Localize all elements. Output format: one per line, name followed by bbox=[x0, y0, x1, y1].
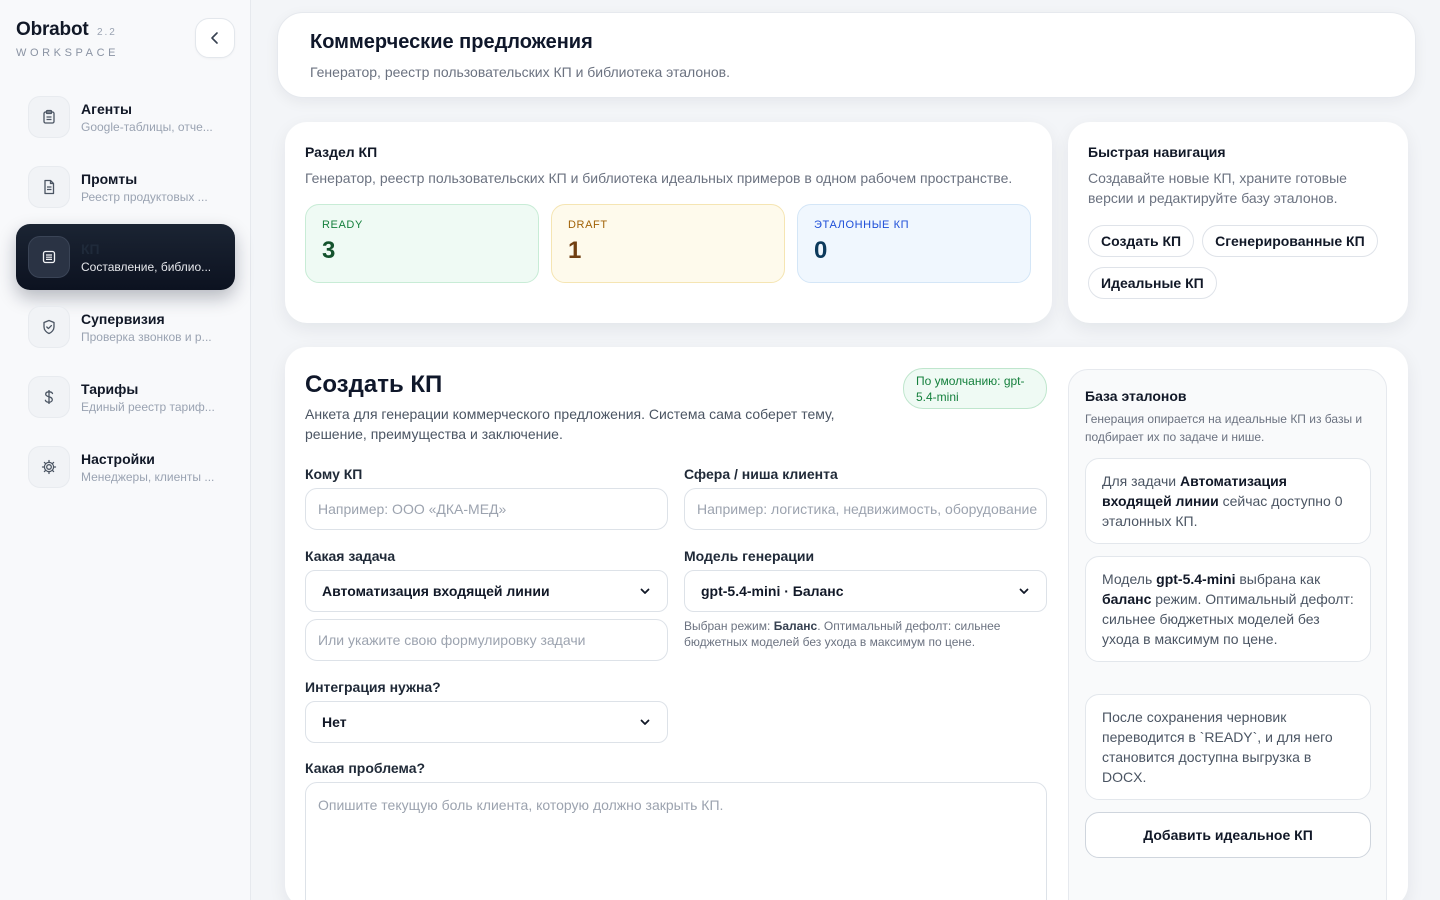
info-text: Для задачи bbox=[1102, 473, 1180, 489]
to-label: Кому КП bbox=[305, 466, 363, 482]
sidebar-item-desc: Проверка звонков и р... bbox=[81, 329, 212, 344]
niche-label: Сфера / ниша клиента bbox=[684, 466, 838, 482]
stat-etalon: ЭТАЛОННЫЕ КП 0 bbox=[797, 204, 1031, 283]
generated-kp-chip[interactable]: Сгенерированные КП bbox=[1202, 225, 1378, 257]
quick-nav-title: Быстрая навигация bbox=[1088, 144, 1226, 160]
integration-label: Интеграция нужна? bbox=[305, 679, 441, 695]
sidebar-item-desc: Менеджеры, клиенты ... bbox=[81, 469, 215, 484]
integration-select-value: Нет bbox=[322, 714, 347, 730]
document-icon bbox=[28, 166, 70, 208]
brand-version: 2.2 bbox=[96, 27, 117, 38]
clipboard-icon bbox=[28, 96, 70, 138]
brand-subtitle: WORKSPACE bbox=[16, 47, 120, 59]
chevron-down-icon bbox=[640, 719, 650, 725]
page-title: Коммерческие предложения bbox=[310, 31, 593, 53]
etalon-base-panel: База эталонов Генерация опирается на иде… bbox=[1068, 369, 1387, 900]
sidebar-item-label: КП bbox=[81, 240, 100, 257]
sidebar-item-tariffs[interactable]: Тарифы Единый реестр тариф... bbox=[16, 364, 235, 430]
sidebar-item-desc: Реестр продуктовых ... bbox=[81, 189, 208, 204]
quick-nav-chips: Создать КП Сгенерированные КП Идеальные … bbox=[1088, 225, 1388, 299]
info-text: Модель bbox=[1102, 571, 1157, 587]
dollar-icon bbox=[28, 376, 70, 418]
sidebar-item-label: Настройки bbox=[81, 450, 155, 467]
stat-value: 1 bbox=[568, 237, 582, 264]
info-text: выбрана как bbox=[1235, 571, 1321, 587]
stat-draft: DRAFT 1 bbox=[551, 204, 785, 283]
sidebar-item-label: Агенты bbox=[81, 100, 132, 117]
sidebar-item-agents[interactable]: Агенты Google-таблицы, отче... bbox=[16, 84, 235, 150]
kp-section-card: Раздел КП Генератор, реестр пользователь… bbox=[285, 122, 1052, 323]
niche-input[interactable]: Например: логистика, недвижимость, обору… bbox=[684, 488, 1047, 530]
sidebar-item-kp[interactable]: КП Составление, библио... bbox=[16, 224, 235, 290]
stat-ready: READY 3 bbox=[305, 204, 539, 283]
shield-check-icon bbox=[28, 306, 70, 348]
base-description: Генерация опирается на идеальные КП из б… bbox=[1085, 412, 1363, 444]
form-title: Создать КП bbox=[305, 371, 443, 398]
create-kp-chip[interactable]: Создать КП bbox=[1088, 225, 1195, 257]
gear-icon bbox=[28, 446, 70, 488]
list-document-icon bbox=[28, 236, 70, 278]
page-header: Коммерческие предложения Генератор, реес… bbox=[277, 12, 1416, 98]
model-hint-prefix: Выбран режим: bbox=[684, 619, 771, 633]
brand: Obrabot 2.2 WORKSPACE bbox=[16, 19, 119, 59]
problem-label: Какая проблема? bbox=[305, 760, 426, 776]
task-label: Какая задача bbox=[305, 548, 396, 564]
create-kp-form: Создать КП Анкета для генерации коммерче… bbox=[285, 347, 1408, 900]
ready-info: После сохранения черновик переводится в … bbox=[1085, 694, 1371, 800]
problem-textarea[interactable]: Опишите текущую боль клиента, которую до… bbox=[305, 782, 1047, 900]
brand-title: Obrabot bbox=[16, 19, 89, 40]
model-hint-mode: Баланс bbox=[773, 619, 818, 633]
sidebar: Obrabot 2.2 WORKSPACE Агенты Google-табл… bbox=[0, 0, 251, 900]
sidebar-nav: Агенты Google-таблицы, отче... Промты Ре… bbox=[16, 84, 235, 504]
default-model-badge: По умолчанию: gpt-5.4-mini bbox=[903, 368, 1047, 409]
page-subtitle: Генератор, реестр пользовательских КП и … bbox=[310, 64, 730, 80]
sidebar-item-label: Промты bbox=[81, 170, 138, 187]
stat-label: DRAFT bbox=[568, 219, 608, 231]
sidebar-item-desc: Составление, библио... bbox=[81, 259, 212, 274]
info-mode: баланс bbox=[1102, 591, 1152, 607]
sidebar-item-settings[interactable]: Настройки Менеджеры, клиенты ... bbox=[16, 434, 235, 500]
section-title: Раздел КП bbox=[305, 144, 378, 160]
sidebar-item-prompts[interactable]: Промты Реестр продуктовых ... bbox=[16, 154, 235, 220]
add-ideal-kp-button[interactable]: Добавить идеальное КП bbox=[1085, 812, 1371, 858]
info-model: gpt-5.4-mini bbox=[1156, 571, 1236, 587]
stats-row: READY 3 DRAFT 1 ЭТАЛОННЫЕ КП 0 bbox=[305, 204, 1032, 283]
stat-label: READY bbox=[322, 219, 363, 231]
chevron-left-icon bbox=[211, 32, 218, 44]
stat-value: 3 bbox=[322, 237, 336, 264]
sidebar-item-desc: Google-таблицы, отче... bbox=[81, 119, 213, 134]
chevron-down-icon bbox=[640, 588, 650, 594]
ideal-kp-chip[interactable]: Идеальные КП bbox=[1088, 267, 1217, 299]
form-description: Анкета для генерации коммерческого предл… bbox=[305, 406, 835, 442]
quick-nav-card: Быстрая навигация Создавайте новые КП, х… bbox=[1068, 122, 1408, 323]
model-label: Модель генерации bbox=[684, 548, 815, 564]
to-input[interactable]: Например: ООО «ДКА-МЕД» bbox=[305, 488, 668, 530]
task-custom-input[interactable]: Или укажите свою формулировку задачи bbox=[305, 619, 668, 661]
model-select[interactable]: gpt-5.4-mini · Баланс bbox=[684, 570, 1047, 612]
section-description: Генератор, реестр пользовательских КП и … bbox=[305, 170, 1013, 186]
chevron-down-icon bbox=[1019, 588, 1029, 594]
model-select-value: gpt-5.4-mini · Баланс bbox=[701, 583, 844, 599]
sidebar-item-supervision[interactable]: Супервизия Проверка звонков и р... bbox=[16, 294, 235, 360]
model-hint: Выбран режим: Баланс. Оптимальный дефолт… bbox=[684, 618, 1034, 650]
sidebar-item-label: Тарифы bbox=[81, 380, 139, 397]
sidebar-item-label: Супервизия bbox=[81, 310, 165, 327]
quick-nav-description: Создавайте новые КП, храните готовые вер… bbox=[1088, 170, 1347, 206]
task-select-value: Автоматизация входящей линии bbox=[322, 583, 550, 599]
stat-value: 0 bbox=[814, 237, 828, 264]
integration-select[interactable]: Нет bbox=[305, 701, 668, 743]
task-select[interactable]: Автоматизация входящей линии bbox=[305, 570, 668, 612]
task-etalon-info: Для задачи Автоматизация входящей линии … bbox=[1085, 458, 1371, 544]
collapse-sidebar-button[interactable] bbox=[195, 18, 235, 58]
sidebar-item-desc: Единый реестр тариф... bbox=[81, 399, 215, 414]
model-info: Модель gpt-5.4-mini выбрана как баланс р… bbox=[1085, 556, 1371, 662]
base-title: База эталонов bbox=[1085, 388, 1187, 404]
stat-label: ЭТАЛОННЫЕ КП bbox=[814, 219, 910, 231]
